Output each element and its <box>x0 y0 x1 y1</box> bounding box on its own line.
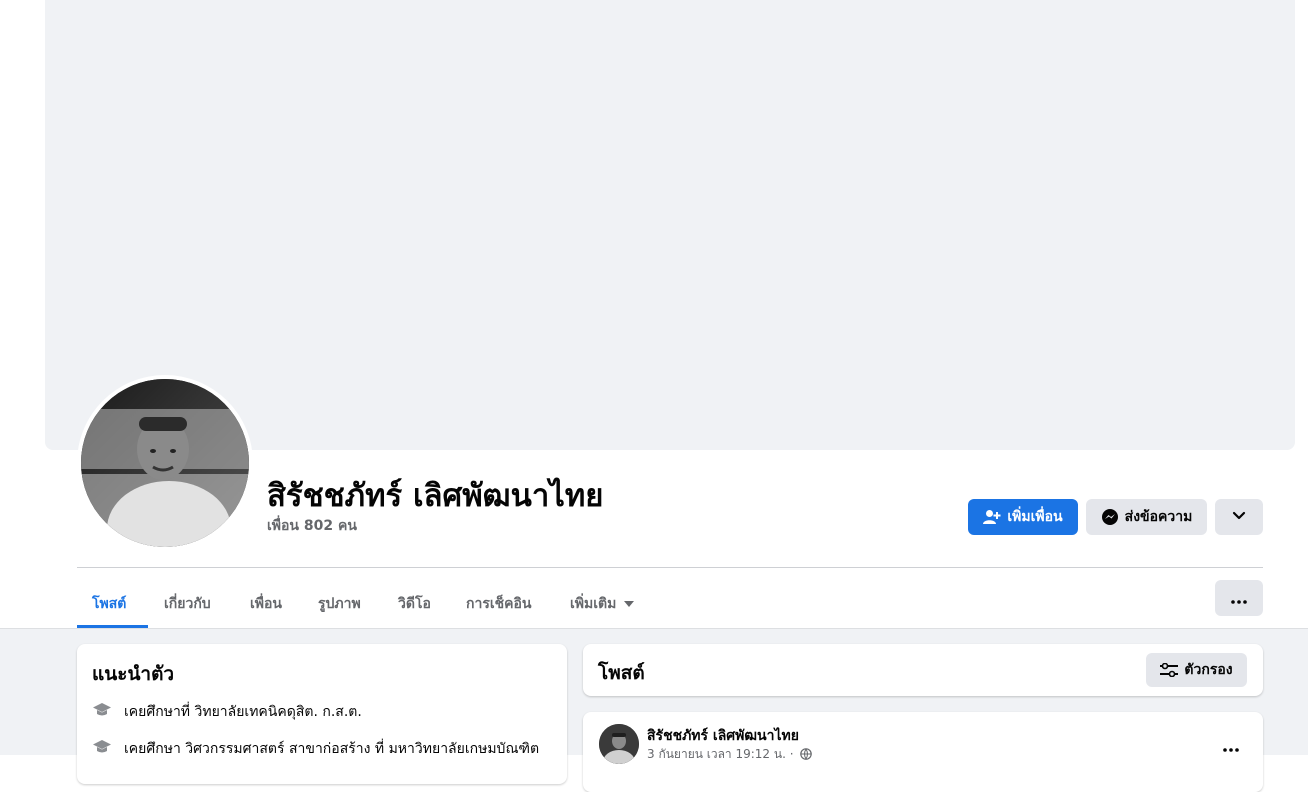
tab-checkins[interactable]: การเช็คอิน <box>466 580 532 628</box>
tab-label: โพสต์ <box>92 596 127 612</box>
cover-photo[interactable] <box>45 0 1295 450</box>
tab-options-button[interactable] <box>1215 580 1263 616</box>
intro-item: เคยศึกษา วิศวกรรมศาสตร์ สาขาก่อสร้าง ที่… <box>92 738 539 760</box>
add-friend-button[interactable]: เพิ่มเพื่อน <box>968 499 1078 535</box>
filter-label: ตัวกรอง <box>1184 662 1233 678</box>
message-button[interactable]: ส่งข้อความ <box>1086 499 1207 535</box>
messenger-icon <box>1101 508 1119 526</box>
tab-photos[interactable]: รูปภาพ <box>318 580 361 628</box>
more-dots-icon <box>1223 737 1239 756</box>
profile-avatar[interactable] <box>81 379 249 547</box>
tab-videos[interactable]: วิดีโอ <box>398 580 431 628</box>
posts-title: โพสต์ <box>598 662 645 684</box>
profile-options-button[interactable] <box>1215 499 1263 535</box>
message-label: ส่งข้อความ <box>1124 509 1193 525</box>
add-friend-label: เพิ่มเพื่อน <box>1007 509 1063 525</box>
profile-name: สิรัชชภัทร์ เลิศพัฒนาไทย <box>267 478 604 514</box>
tab-label: การเช็คอิน <box>466 596 532 612</box>
tab-friends[interactable]: เพื่อน <box>250 580 282 628</box>
tab-label: เพิ่มเติม <box>570 596 617 612</box>
more-dots-icon <box>1231 589 1247 608</box>
intro-item-text: เคยศึกษาที่ วิทยาลัยเทคนิคดุสิต. ก.ส.ต. <box>124 704 362 720</box>
intro-item-text: เคยศึกษา วิศวกรรมศาสตร์ สาขาก่อสร้าง ที่… <box>124 741 540 757</box>
tab-label: เกี่ยวกับ <box>164 596 211 612</box>
intro-item: เคยศึกษาที่ วิทยาลัยเทคนิคดุสิต. ก.ส.ต. <box>92 701 362 723</box>
tab-more[interactable]: เพิ่มเติม <box>570 580 635 628</box>
intro-card: แนะนำตัว เคยศึกษาที่ วิทยาลัยเทคนิคดุสิต… <box>77 644 567 784</box>
header-divider <box>77 567 1263 568</box>
filter-icon <box>1160 663 1179 677</box>
graduation-cap-icon <box>92 701 112 719</box>
tab-label: เพื่อน <box>250 596 282 612</box>
graduation-cap-icon <box>92 738 112 756</box>
post-options-button[interactable] <box>1213 728 1249 764</box>
tab-about[interactable]: เกี่ยวกับ <box>164 580 211 628</box>
post-author-avatar[interactable] <box>599 724 639 764</box>
post-meta-text: 3 กันยายน เวลา 19:12 น. · <box>647 747 794 761</box>
friends-count[interactable]: เพื่อน 802 คน <box>267 515 357 537</box>
tab-posts[interactable]: โพสต์ <box>92 580 126 628</box>
caret-down-icon <box>624 601 635 607</box>
chevron-down-icon <box>1232 509 1246 525</box>
post-author-name[interactable]: สิรัชชภัทร์ เลิศพัฒนาไทย <box>647 725 799 747</box>
tab-label: รูปภาพ <box>318 596 361 612</box>
filter-button[interactable]: ตัวกรอง <box>1146 653 1247 687</box>
intro-title: แนะนำตัว <box>92 663 175 685</box>
profile-header: สิรัชชภัทร์ เลิศพัฒนาไทย เพื่อน 802 คน เ… <box>0 0 1308 628</box>
post-card: สิรัชชภัทร์ เลิศพัฒนาไทย 3 กันยายน เวลา … <box>583 712 1263 792</box>
globe-icon <box>800 748 813 760</box>
posts-header-card: โพสต์ ตัวกรอง <box>583 644 1263 696</box>
tab-label: วิดีโอ <box>398 596 431 612</box>
add-person-icon <box>983 509 1001 525</box>
